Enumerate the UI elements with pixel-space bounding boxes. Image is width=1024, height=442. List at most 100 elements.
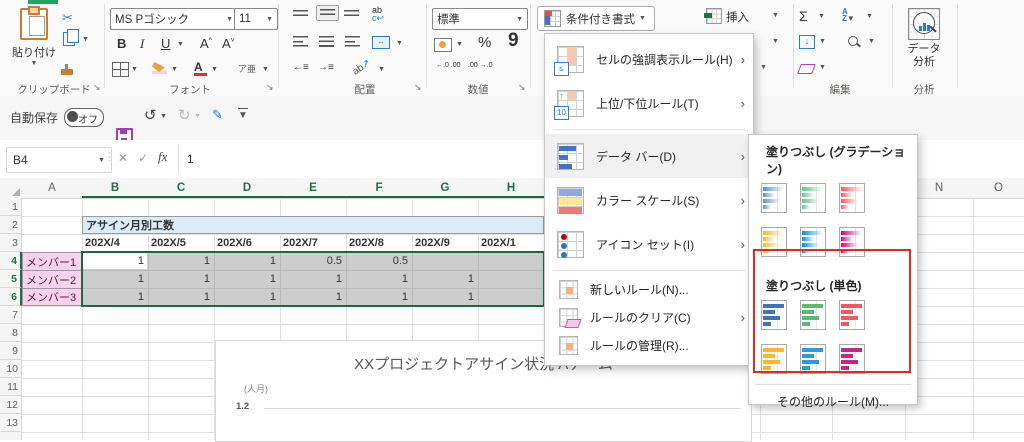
- row-header-5[interactable]: 5: [0, 270, 22, 288]
- cell-G3[interactable]: 202X/9: [412, 234, 478, 252]
- cell-B4[interactable]: 1: [82, 252, 148, 270]
- cell-E5[interactable]: 1: [280, 270, 346, 288]
- align-dialog-launcher[interactable]: ↘: [414, 82, 422, 93]
- align-middle-button[interactable]: [316, 5, 339, 21]
- align-center-button[interactable]: [319, 36, 334, 47]
- cell-F6[interactable]: 1: [346, 288, 412, 306]
- paste-button[interactable]: 貼り付け ▼: [12, 6, 56, 67]
- font-dialog-launcher[interactable]: ↘: [266, 82, 274, 93]
- cell-B2-table-title[interactable]: アサイン月別工数: [82, 216, 544, 234]
- format-painter-button[interactable]: [61, 62, 73, 80]
- row-header-3[interactable]: 3: [0, 234, 22, 252]
- row-header-10[interactable]: 10: [0, 360, 22, 378]
- databar-swatch-gradient-lightblue[interactable]: [800, 227, 826, 257]
- comma-style-button[interactable]: 9: [508, 30, 519, 52]
- borders-dropdown-arrow[interactable]: ▼: [131, 66, 138, 73]
- databar-swatch-gradient-orange[interactable]: [761, 227, 787, 257]
- insert-dropdown-arrow[interactable]: ▼: [772, 12, 779, 19]
- borders-button[interactable]: [112, 62, 129, 77]
- fill-dropdown-arrow[interactable]: ▼: [819, 38, 826, 45]
- select-all-corner[interactable]: [0, 178, 23, 199]
- copy-dropdown-arrow[interactable]: ▼: [82, 36, 89, 43]
- row-header-12[interactable]: 12: [0, 396, 22, 414]
- menu-item-clear-rules[interactable]: ルールのクリア(C)›: [545, 303, 753, 331]
- row-header-13[interactable]: 13: [0, 414, 22, 432]
- row-header-8[interactable]: 8: [0, 324, 22, 342]
- row-header-1[interactable]: 1: [0, 198, 22, 216]
- cell-B5[interactable]: 1: [82, 270, 148, 288]
- find-select-button[interactable]: [848, 36, 858, 46]
- cell-F4[interactable]: 0.5: [346, 252, 412, 270]
- copy-button[interactable]: [63, 32, 75, 51]
- font-size-combo[interactable]: 11▼: [234, 8, 278, 30]
- cell-F3[interactable]: 202X/8: [346, 234, 412, 252]
- undo-icon[interactable]: ↺: [144, 106, 157, 124]
- cell-D3[interactable]: 202X/6: [214, 234, 280, 252]
- cell-F5[interactable]: 1: [346, 270, 412, 288]
- percent-style-button[interactable]: %: [478, 34, 491, 51]
- cell-C3[interactable]: 202X/5: [148, 234, 214, 252]
- number-dialog-launcher[interactable]: ↘: [518, 82, 526, 93]
- cell-E4[interactable]: 0.5: [280, 252, 346, 270]
- databar-swatch-solid-blue[interactable]: [761, 300, 787, 330]
- redo-icon[interactable]: ↻: [178, 106, 191, 124]
- databar-swatch-solid-green[interactable]: [800, 300, 826, 330]
- phonetic-button[interactable]: ア亜: [238, 62, 256, 75]
- ink-replay-icon[interactable]: ✎: [212, 107, 223, 123]
- cell-A5-member[interactable]: メンバー2: [22, 270, 82, 288]
- autosum-dropdown-arrow[interactable]: ▼: [818, 13, 825, 20]
- databar-swatch-solid-magenta[interactable]: [839, 344, 865, 374]
- clear-dropdown-arrow[interactable]: ▼: [819, 64, 826, 71]
- cell-E6[interactable]: 1: [280, 288, 346, 306]
- cell-C4[interactable]: 1: [148, 252, 214, 270]
- shrink-font-button[interactable]: A˅: [222, 36, 235, 51]
- align-right-button[interactable]: [345, 36, 360, 47]
- row-header-9[interactable]: 9: [0, 342, 22, 360]
- cell-C6[interactable]: 1: [148, 288, 214, 306]
- number-format-combo[interactable]: 標準▼: [432, 8, 528, 30]
- row-header-4[interactable]: 4: [0, 252, 22, 270]
- cell-H3[interactable]: 202X/1: [478, 234, 544, 252]
- align-top-button[interactable]: [293, 10, 308, 18]
- cell-B6[interactable]: 1: [82, 288, 148, 306]
- increase-decimal-button[interactable]: ←.0 .00: [436, 62, 461, 69]
- find-dropdown-arrow[interactable]: ▼: [868, 38, 875, 45]
- more-rules-item[interactable]: その他のルール(M)...: [749, 393, 917, 410]
- row-header-7[interactable]: 7: [0, 306, 22, 324]
- font-color-dropdown-arrow[interactable]: ▼: [211, 66, 218, 73]
- databar-swatch-gradient-green[interactable]: [800, 183, 826, 213]
- conditional-formatting-button[interactable]: 条件付き書式 ▼: [537, 6, 655, 31]
- cell-D5[interactable]: 1: [214, 270, 280, 288]
- cell-A4-member[interactable]: メンバー1: [22, 252, 82, 270]
- paste-dropdown-arrow[interactable]: ▼: [12, 60, 56, 67]
- bold-button[interactable]: B: [117, 36, 126, 51]
- insert-cells-button[interactable]: [706, 8, 722, 29]
- menu-item-manage-rules[interactable]: ルールの管理(R)...: [545, 331, 753, 359]
- font-name-combo[interactable]: MS Pゴシック▼: [110, 8, 238, 30]
- accounting-dropdown-arrow[interactable]: ▼: [456, 41, 463, 48]
- menu-item-highlight-cells-rules[interactable]: ≤ セルの強調表示ルール(H)›: [545, 37, 753, 81]
- menu-item-icon-sets[interactable]: アイコン セット(I)›: [545, 222, 753, 266]
- sort-filter-button[interactable]: AZ▼: [842, 8, 855, 22]
- increase-indent-button[interactable]: →≡: [318, 62, 334, 73]
- data-analysis-button[interactable]: データ 分析: [900, 8, 948, 69]
- cell-D6[interactable]: 1: [214, 288, 280, 306]
- autosum-button[interactable]: Σ: [799, 8, 808, 24]
- name-box-splitter[interactable]: ⋮: [104, 150, 115, 163]
- databar-swatch-solid-orange[interactable]: [761, 344, 787, 374]
- databar-swatch-gradient-blue[interactable]: [761, 183, 787, 213]
- fill-color-button[interactable]: [152, 62, 167, 74]
- databar-swatch-gradient-purple[interactable]: [839, 227, 865, 257]
- row-header-14[interactable]: [0, 432, 22, 440]
- cell-B3[interactable]: 202X/4: [82, 234, 148, 252]
- menu-item-color-scales[interactable]: カラー スケール(S)›: [545, 178, 753, 222]
- fx-icon[interactable]: fx: [158, 149, 167, 165]
- grow-font-button[interactable]: A^: [200, 36, 212, 51]
- cell-G5[interactable]: 1: [412, 270, 478, 288]
- underline-button[interactable]: U: [161, 36, 170, 51]
- cell-C5[interactable]: 1: [148, 270, 214, 288]
- font-color-button[interactable]: A: [194, 60, 207, 76]
- name-box[interactable]: B4 ▼: [6, 147, 112, 173]
- italic-button[interactable]: I: [140, 36, 144, 52]
- cell-E3[interactable]: 202X/7: [280, 234, 346, 252]
